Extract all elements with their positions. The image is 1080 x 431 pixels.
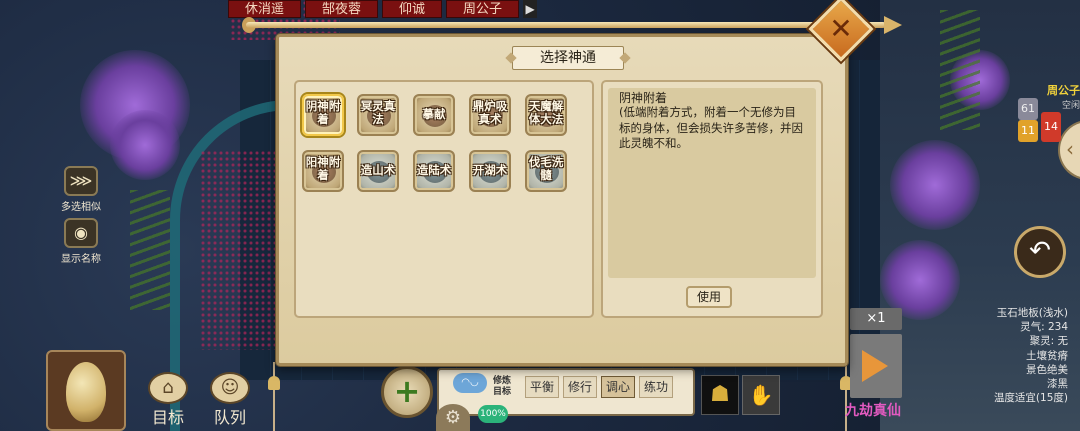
tile-info-line: 温度适宜(15度) (993, 392, 1068, 405)
ability-slot[interactable]: 冥灵真法 (357, 94, 399, 136)
mode-practice-button[interactable]: 修行 (563, 376, 597, 398)
eye-icon: ◉ (64, 218, 98, 248)
ability-label: 鼎炉吸 真术 (472, 99, 508, 126)
ability-slot[interactable]: 伐毛洗髓 (525, 150, 567, 192)
add-button[interactable]: + (381, 366, 433, 418)
game-speed-indicator[interactable]: ×1 (850, 308, 902, 330)
ability-label: 阴神附着 (305, 99, 341, 126)
ability-label: 天魔解 体大法 (528, 99, 564, 126)
disabled-hand-icon[interactable]: ✋ (742, 375, 780, 415)
play-button[interactable] (850, 334, 902, 398)
multi-select-label: 多选相似 (61, 202, 101, 213)
ability-slot[interactable]: 开湖术 (469, 150, 511, 192)
npc-badge: 14 (1041, 112, 1061, 142)
use-button[interactable]: 使用 (686, 286, 732, 308)
disciple-avatar[interactable]: ◠◡ (453, 373, 487, 393)
goal-icon: ⌂ (148, 372, 188, 404)
blossom-tree (890, 140, 980, 230)
ability-label: 冥灵真法 (360, 99, 396, 126)
bell-ornament (266, 362, 282, 431)
mode-balance-button[interactable]: 平衡 (525, 376, 559, 398)
ability-info-title: 阴神附着 (619, 91, 668, 105)
ability-slot[interactable]: 造山术 (357, 150, 399, 192)
goal-label: 目标 (151, 408, 184, 427)
npc-badge: 11 (1018, 120, 1038, 142)
chevron-left-icon: ‹ (1066, 137, 1074, 161)
realm-label: 九劫真仙 (845, 403, 901, 419)
multi-select-icon: ⋙ (64, 166, 98, 196)
undo-button[interactable]: ↶ (1014, 226, 1066, 278)
bamboo (940, 10, 980, 130)
team-icon: ☺ (210, 372, 250, 404)
npc-name: 周公子 (1047, 84, 1080, 97)
tile-info-line: 景色绝美 (1026, 363, 1068, 376)
ability-label: 造陆术 (416, 163, 452, 177)
plus-icon: + (393, 372, 421, 410)
figure-slot-icon[interactable]: ☗ (701, 375, 739, 415)
npc-badge: 61 (1018, 98, 1038, 120)
undo-icon: ↶ (1029, 236, 1051, 266)
ability-slot[interactable]: 天魔解 体大法 (525, 94, 567, 136)
cultivation-goal-label: 修炼目标 (492, 376, 511, 397)
play-icon (862, 350, 888, 382)
tile-info-line: 玉石地板(浅水) (996, 307, 1068, 319)
dialog-scroll-rod (242, 14, 902, 36)
ability-label: 摹献 (422, 107, 446, 121)
ability-slot[interactable]: 鼎炉吸 真术 (469, 94, 511, 136)
mode-mind-button[interactable]: 调心 (601, 376, 635, 398)
blossom-tree (110, 110, 180, 180)
gear-icon[interactable]: ⚙ (436, 404, 470, 431)
tile-info-line: 土壤贫瘠 (1026, 349, 1068, 362)
ability-slot[interactable]: 阳神附着 (302, 150, 344, 192)
team-button[interactable]: ☺ 队列 (200, 372, 260, 428)
ability-label: 开湖术 (472, 163, 508, 177)
ability-slot[interactable]: 造陆术 (413, 150, 455, 192)
bamboo (130, 190, 170, 310)
cultivation-mode-bar: ◠◡ 修炼目标 平衡 修行 调心 练功 (437, 368, 695, 416)
progress-badge: 100% (478, 405, 508, 423)
tile-info-line: 灵气: 234 (1020, 321, 1068, 334)
ability-label: 伐毛洗髓 (528, 155, 564, 182)
show-names-label: 显示名称 (61, 254, 101, 265)
ability-label: 造山术 (360, 163, 396, 177)
gourd-treasure-button[interactable] (46, 350, 126, 431)
show-names-button[interactable]: ◉ 显示名称 (56, 218, 106, 265)
goal-button[interactable]: ⌂ 目标 (138, 372, 198, 428)
tile-info-line: 漆黑 (1047, 378, 1068, 391)
tile-info-panel: 玉石地板(浅水) 灵气: 234 聚灵: 无 土壤贫瘠 景色绝美 漆黑 温度适宜… (980, 306, 1080, 405)
tile-info-line: 聚灵: 无 (1029, 335, 1068, 348)
team-label: 队列 (213, 408, 246, 427)
ability-label: 阳神附着 (305, 155, 341, 182)
gourd-icon (66, 362, 106, 422)
dialog-title: 选择神通 (512, 46, 624, 70)
ability-slot[interactable]: 摹献 (413, 94, 455, 136)
multi-select-button[interactable]: ⋙ 多选相似 (56, 166, 106, 213)
close-icon: ✕ (829, 11, 853, 45)
ability-slot[interactable]: 阴神附着 (302, 94, 344, 136)
ability-info-description: (低端附着方式，附着一个无修为目标的身体，但会损失许多苦修，并因此灵魄不和。 (619, 105, 803, 150)
mode-training-button[interactable]: 练功 (639, 376, 673, 398)
